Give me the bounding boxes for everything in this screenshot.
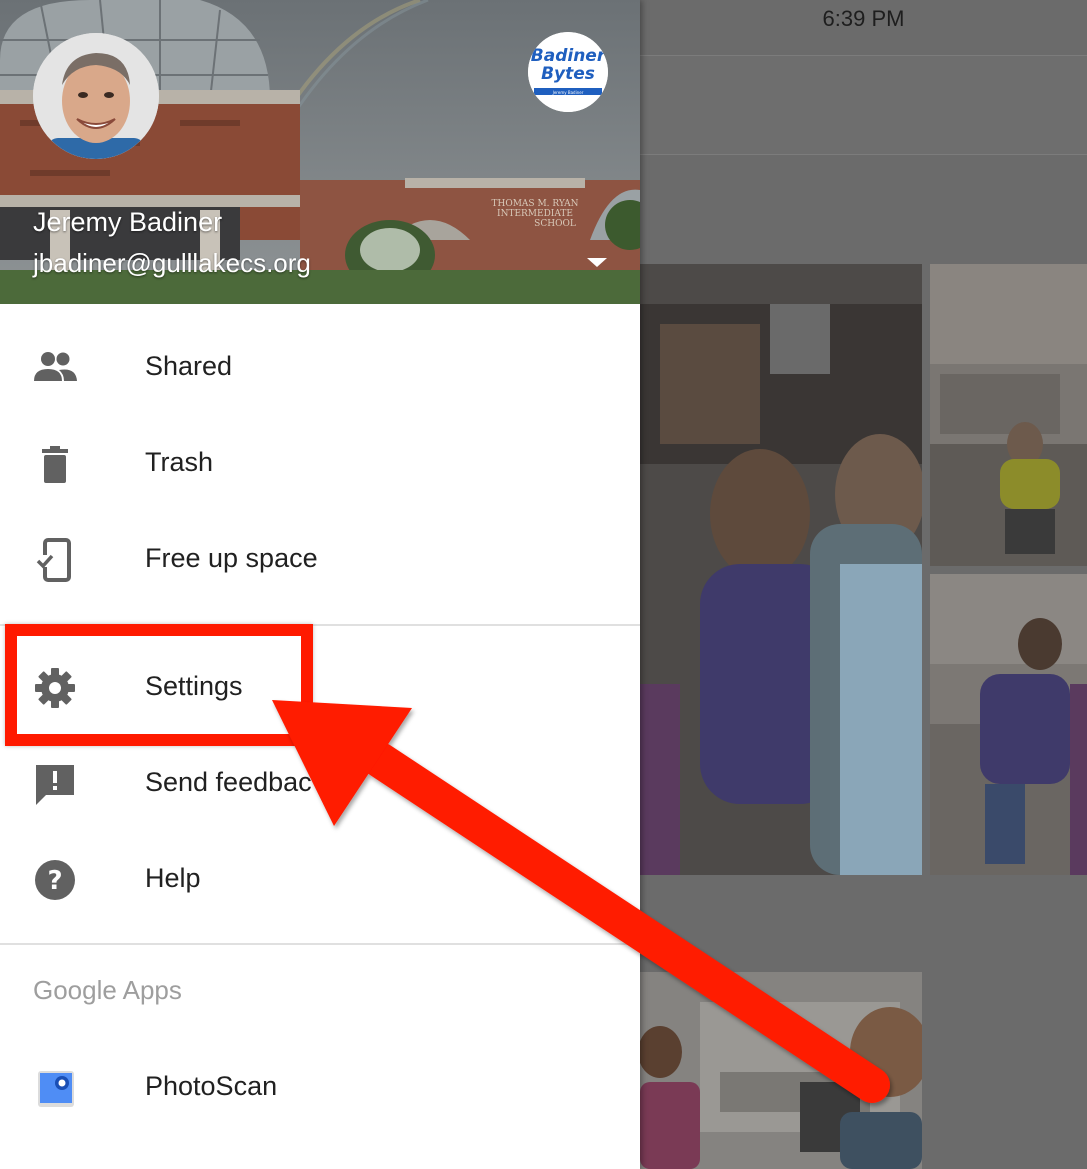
badiner-bytes-logo: Badiner Bytes Jeremy Badiner: [528, 32, 608, 112]
menu-item-label: Free up space: [145, 543, 318, 573]
menu-item-trash[interactable]: Trash: [0, 415, 640, 511]
navigation-drawer: THOMAS M. RYAN INTERMEDIATE SCHOOL Badin…: [0, 0, 640, 1169]
photo-thumbnail[interactable]: [640, 264, 922, 875]
menu-item-label: Trash: [145, 447, 214, 477]
user-name: Jeremy Badiner: [33, 207, 223, 237]
menu-item-label: Shared: [145, 351, 233, 381]
background-toolbar: [640, 55, 1087, 155]
user-email: jbadiner@gulllakecs.org: [33, 248, 311, 278]
svg-text:Bytes: Bytes: [541, 64, 595, 84]
menu-item-free-up-space[interactable]: Free up space: [0, 511, 640, 607]
photo-thumbnail[interactable]: [930, 574, 1087, 875]
menu-item-label: Help: [145, 863, 201, 893]
svg-text:Jeremy Badiner: Jeremy Badiner: [552, 90, 584, 95]
menu-item-help[interactable]: ? Help: [0, 831, 640, 927]
menu-item-photoscan[interactable]: PhotoScan: [0, 1039, 640, 1135]
drawer-header: THOMAS M. RYAN INTERMEDIATE SCHOOL Badin…: [0, 0, 640, 304]
help-icon: ?: [32, 857, 78, 903]
gear-icon: [32, 665, 78, 711]
menu-item-settings[interactable]: Settings: [0, 639, 640, 735]
svg-text:?: ?: [47, 866, 62, 896]
divider: [0, 624, 640, 626]
section-label-google-apps: Google Apps: [33, 975, 182, 1005]
avatar[interactable]: [33, 33, 159, 159]
svg-text:Badiner: Badiner: [531, 46, 607, 66]
photoscan-icon: [32, 1065, 78, 1111]
photo-thumbnail[interactable]: [930, 264, 1087, 566]
people-icon: [32, 345, 78, 391]
menu-item-label: Send feedbac: [145, 767, 312, 797]
photo-thumbnail[interactable]: [640, 972, 922, 1169]
svg-text:SCHOOL: SCHOOL: [534, 219, 576, 229]
phone-check-icon: [32, 537, 78, 583]
divider: [0, 943, 640, 945]
feedback-icon: [32, 761, 78, 807]
trash-icon: [32, 441, 78, 487]
menu-item-send-feedback[interactable]: Send feedbac: [0, 735, 640, 831]
menu-item-shared[interactable]: Shared: [0, 319, 640, 415]
svg-text:INTERMEDIATE: INTERMEDIATE: [497, 209, 573, 219]
status-time: 6:39 PM: [822, 6, 905, 31]
building-sign: THOMAS M. RYAN: [491, 199, 578, 209]
account-dropdown-icon[interactable]: [582, 252, 612, 272]
menu-item-label: Settings: [145, 671, 243, 701]
menu-item-label: PhotoScan: [145, 1071, 278, 1101]
